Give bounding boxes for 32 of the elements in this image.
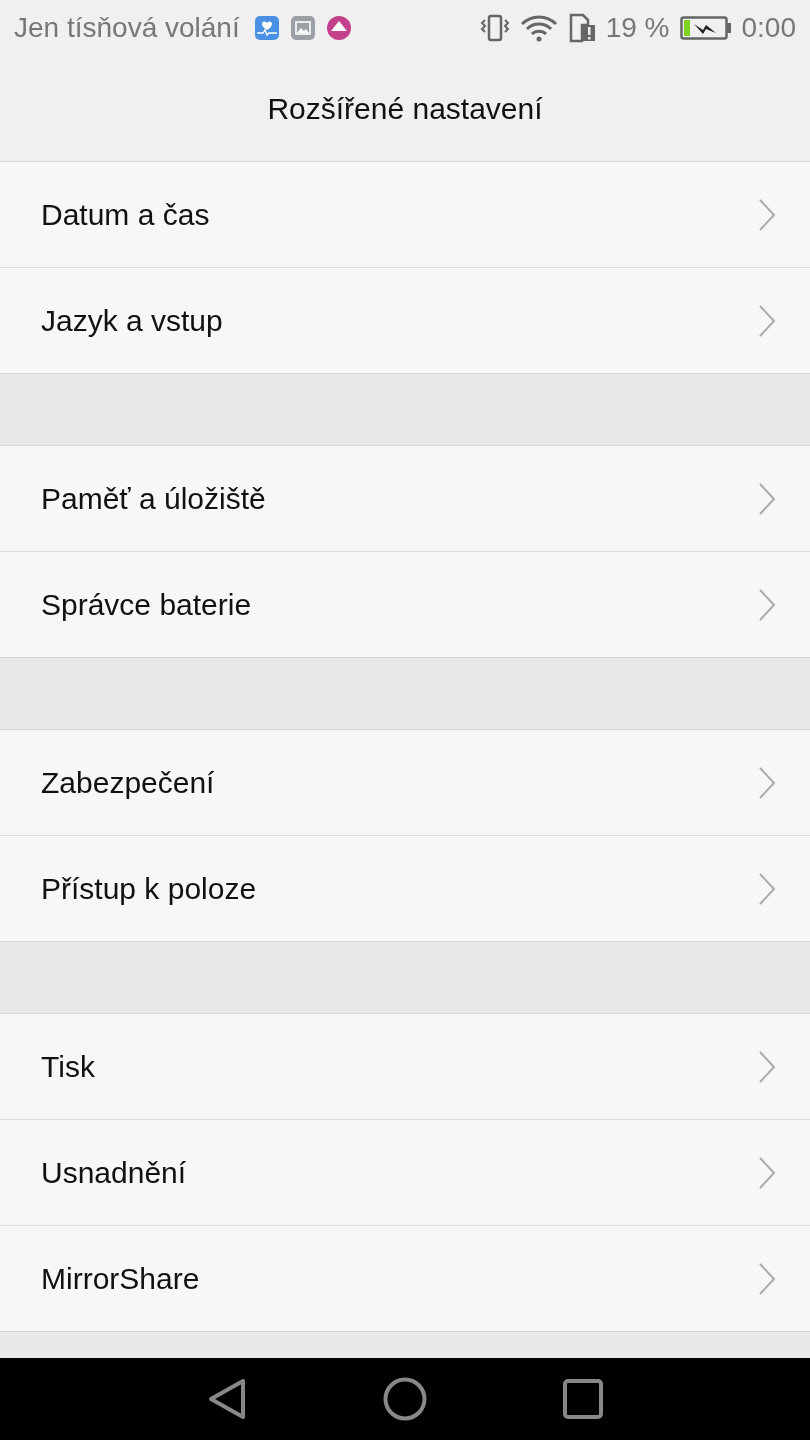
settings-item[interactable]: Datum a čas (0, 162, 810, 267)
settings-item[interactable]: Usnadnění (0, 1119, 810, 1225)
chevron-icon (758, 304, 776, 337)
health-app-icon (253, 15, 280, 41)
home-icon[interactable] (383, 1377, 427, 1421)
settings-item[interactable]: MirrorShare (0, 1225, 810, 1331)
chevron-icon (758, 588, 776, 621)
sim-alert-icon (567, 13, 596, 43)
recents-icon[interactable] (563, 1379, 603, 1419)
settings-item[interactable]: Zabezpečení (0, 730, 810, 835)
chevron-icon (758, 1050, 776, 1083)
carrier-text: Jen tísňová volání (14, 12, 240, 44)
settings-item[interactable]: Jazyk a vstup (0, 267, 810, 373)
battery-percent: 19 % (605, 12, 670, 44)
vibrate-icon (479, 14, 510, 42)
chevron-icon (758, 1156, 776, 1189)
chevron-icon (758, 766, 776, 799)
page-title: Rozšířené nastavení (267, 91, 543, 126)
settings-item[interactable]: Tisk (0, 1014, 810, 1119)
wifi-icon (519, 14, 558, 42)
chevron-icon (758, 872, 776, 905)
chevron-icon (758, 198, 776, 231)
app-icon (325, 15, 352, 41)
settings-item[interactable]: Paměť a úložiště (0, 446, 810, 551)
chevron-icon (758, 482, 776, 515)
settings-item[interactable]: Přístup k poloze (0, 835, 810, 941)
back-icon[interactable] (207, 1378, 247, 1420)
battery-charging-icon (679, 15, 732, 41)
chevron-icon (758, 1262, 776, 1295)
gallery-icon (289, 15, 316, 41)
clock: 0:00 (741, 12, 796, 44)
settings-item[interactable]: Správce baterie (0, 551, 810, 657)
